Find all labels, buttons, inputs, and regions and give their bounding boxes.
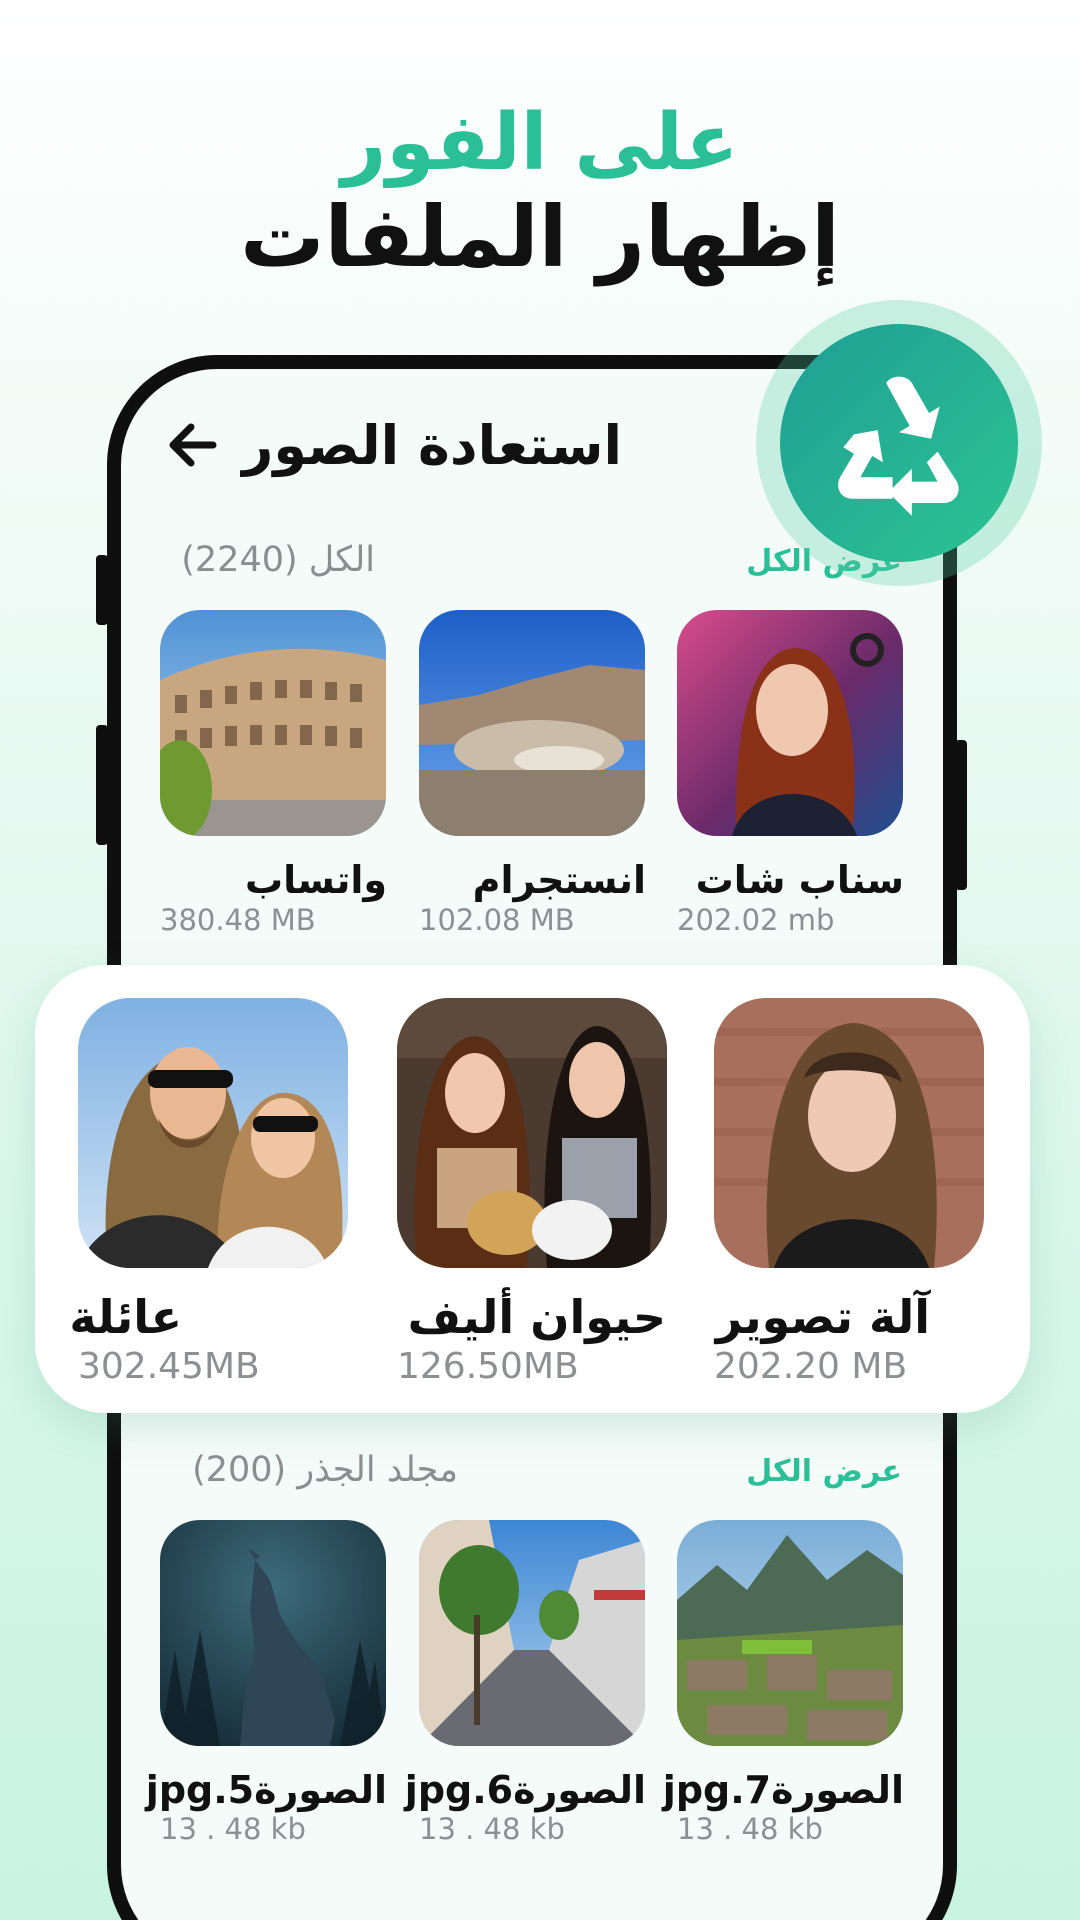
size-whatsapp: 380.48 MB <box>160 903 316 937</box>
thumb-family[interactable] <box>78 998 348 1268</box>
thumb-whatsapp[interactable] <box>160 610 386 836</box>
size-snapchat: 202.02 mb <box>677 903 835 937</box>
section-all-title: الكل (2240) <box>181 540 375 580</box>
headline-accent: على الفور <box>341 98 739 188</box>
recycle-icon <box>838 376 959 516</box>
thumb-image5[interactable] <box>160 1520 386 1746</box>
back-arrow-icon[interactable] <box>163 417 223 473</box>
size-image5: 13 . 48 kb <box>160 1812 306 1846</box>
thumb-image7[interactable] <box>677 1520 903 1746</box>
label-camera: آلة تصوير <box>715 1290 930 1344</box>
label-image6: الصورة6.jpg <box>404 1768 646 1812</box>
thumb-camera[interactable] <box>714 998 984 1268</box>
label-image7: الصورة7.jpg <box>662 1768 904 1812</box>
section-root-title: مجلد الجذر (200) <box>192 1450 458 1490</box>
view-all-link-root[interactable]: عرض الكل <box>746 1454 902 1489</box>
thumb-instagram[interactable] <box>419 610 645 836</box>
label-pet: حيوان أليف <box>407 1290 666 1344</box>
size-image6: 13 . 48 kb <box>419 1812 565 1846</box>
thumb-image6[interactable] <box>419 1520 645 1746</box>
size-camera: 202.20 MB <box>714 1346 908 1387</box>
thumb-snapchat[interactable] <box>677 610 903 836</box>
size-image7: 13 . 48 kb <box>677 1812 823 1846</box>
size-family: 302.45MB <box>78 1346 260 1387</box>
label-whatsapp: واتساب <box>244 858 387 902</box>
size-pet: 126.50MB <box>397 1346 579 1387</box>
label-image5: الصورة5.jpg <box>145 1768 387 1812</box>
size-instagram: 102.08 MB <box>419 903 575 937</box>
label-family: عائلة <box>69 1290 182 1344</box>
headline-main: إظهار الملفات <box>240 188 840 286</box>
recycle-badge <box>780 324 1018 562</box>
label-instagram: انستجرام <box>472 858 646 902</box>
label-snapchat: سناب شات <box>695 858 904 902</box>
page-title: استعادة الصور <box>242 414 622 477</box>
thumb-pet[interactable] <box>397 998 667 1268</box>
